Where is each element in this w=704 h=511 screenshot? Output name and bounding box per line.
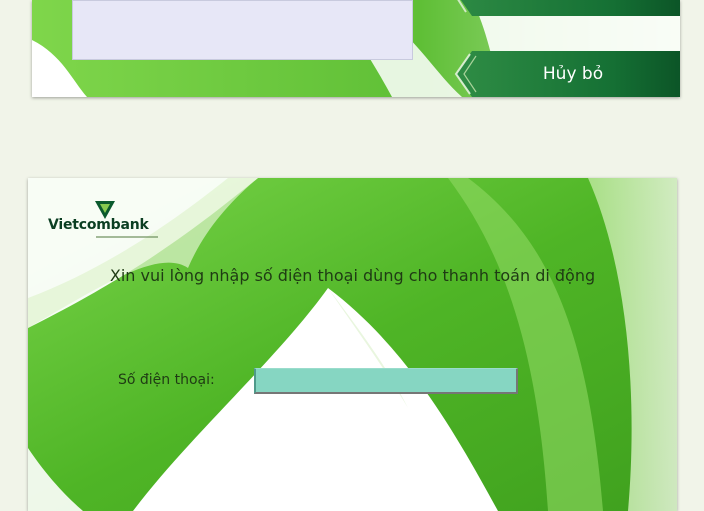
cancel-button[interactable]: Hủy bỏ [444,51,680,97]
brand-tagline [96,236,158,238]
cancel-button-label: Hủy bỏ [542,64,604,84]
previous-button-label [444,0,680,16]
atm-screen-top: Hủy bỏ [32,0,680,97]
atm-screen-main: Vietcombank Xin vui lòng nhập số điện th… [28,178,677,511]
vietcombank-logo: Vietcombank [48,199,178,244]
instruction-text: Xin vui lòng nhập số điện thoại dùng cho… [109,266,596,285]
previous-button[interactable] [444,0,680,16]
info-box [72,0,413,60]
brand-name: Vietcombank [48,217,149,233]
phone-field-label: Số điện thoại: [118,372,215,388]
phone-number-input[interactable] [254,368,518,394]
